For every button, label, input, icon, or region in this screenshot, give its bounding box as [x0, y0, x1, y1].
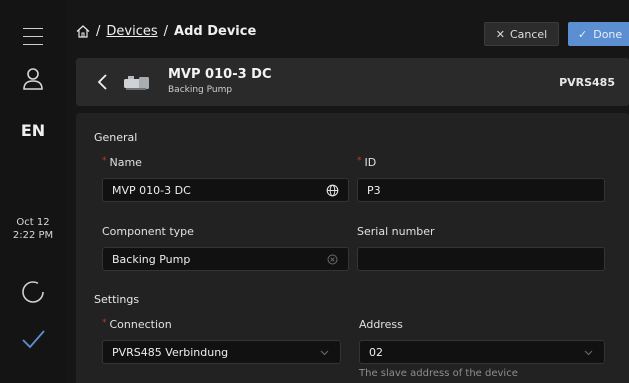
time-text: 2:22 PM	[12, 230, 54, 241]
chevron-down-icon	[320, 350, 329, 356]
serial-number-label: Serial number	[357, 225, 435, 238]
component-type-label: Component type	[102, 225, 194, 238]
top-bar: / Devices / Add Device ✕ Cancel ✓ Done	[66, 0, 629, 56]
device-protocol: PVRS485	[559, 76, 615, 89]
breadcrumb-separator: /	[163, 24, 169, 39]
connection-value: PVRS485 Verbindung	[112, 345, 229, 359]
date-text: Oct 12	[16, 217, 50, 228]
name-label: * Name	[102, 156, 142, 169]
page-title: Add Device	[174, 24, 257, 39]
name-value: MVP 010-3 DC	[112, 183, 191, 197]
menu-icon[interactable]	[0, 24, 66, 48]
cancel-label: Cancel	[509, 27, 548, 41]
cancel-button[interactable]: ✕ Cancel	[484, 22, 559, 46]
close-icon: ✕	[495, 27, 505, 41]
home-icon[interactable]	[76, 25, 90, 38]
address-value: 02	[369, 345, 383, 359]
name-field[interactable]: MVP 010-3 DC	[102, 178, 349, 202]
connection-label: * Connection	[102, 318, 172, 331]
device-type: Backing Pump	[168, 85, 233, 95]
address-select[interactable]: 02	[359, 340, 605, 364]
chevron-left-icon[interactable]	[93, 72, 113, 92]
loading-spinner-icon	[0, 277, 66, 307]
device-header: MVP 010-3 DC Backing Pump PVRS485	[76, 58, 629, 106]
clear-icon[interactable]	[326, 253, 339, 266]
required-marker: *	[357, 156, 362, 166]
required-marker: *	[102, 318, 107, 328]
done-label: Done	[593, 27, 623, 41]
breadcrumb: / Devices / Add Device	[76, 24, 256, 39]
done-button[interactable]: ✓ Done	[568, 22, 629, 46]
check-icon: ✓	[578, 27, 588, 41]
chevron-down-icon	[584, 350, 593, 356]
section-settings-title: Settings	[94, 293, 140, 306]
component-type-field[interactable]: Backing Pump	[102, 247, 349, 271]
user-icon[interactable]	[0, 64, 66, 94]
connection-select[interactable]: PVRS485 Verbindung	[102, 340, 341, 364]
id-value: P3	[367, 183, 381, 197]
address-hint: The slave address of the device	[359, 368, 518, 379]
id-label: * ID	[357, 156, 377, 169]
serial-number-field[interactable]	[357, 247, 605, 271]
address-label: Address	[359, 318, 403, 331]
pump-image	[124, 76, 149, 90]
clock: Oct 12 2:22 PM	[0, 214, 66, 244]
component-type-value: Backing Pump	[112, 252, 191, 266]
breadcrumb-devices-link[interactable]: Devices	[106, 24, 157, 39]
globe-icon[interactable]	[326, 184, 339, 197]
device-form: General * Name MVP 010-3 DC * ID P3 Compon…	[76, 113, 629, 383]
device-name: MVP 010-3 DC	[168, 67, 272, 82]
breadcrumb-separator: /	[96, 24, 101, 39]
id-field[interactable]: P3	[357, 178, 605, 202]
language-selector[interactable]: EN	[0, 118, 66, 142]
side-rail: EN Oct 12 2:22 PM	[0, 0, 66, 383]
checkmark-icon[interactable]	[0, 324, 66, 354]
section-general-title: General	[94, 131, 138, 144]
required-marker: *	[102, 156, 107, 166]
